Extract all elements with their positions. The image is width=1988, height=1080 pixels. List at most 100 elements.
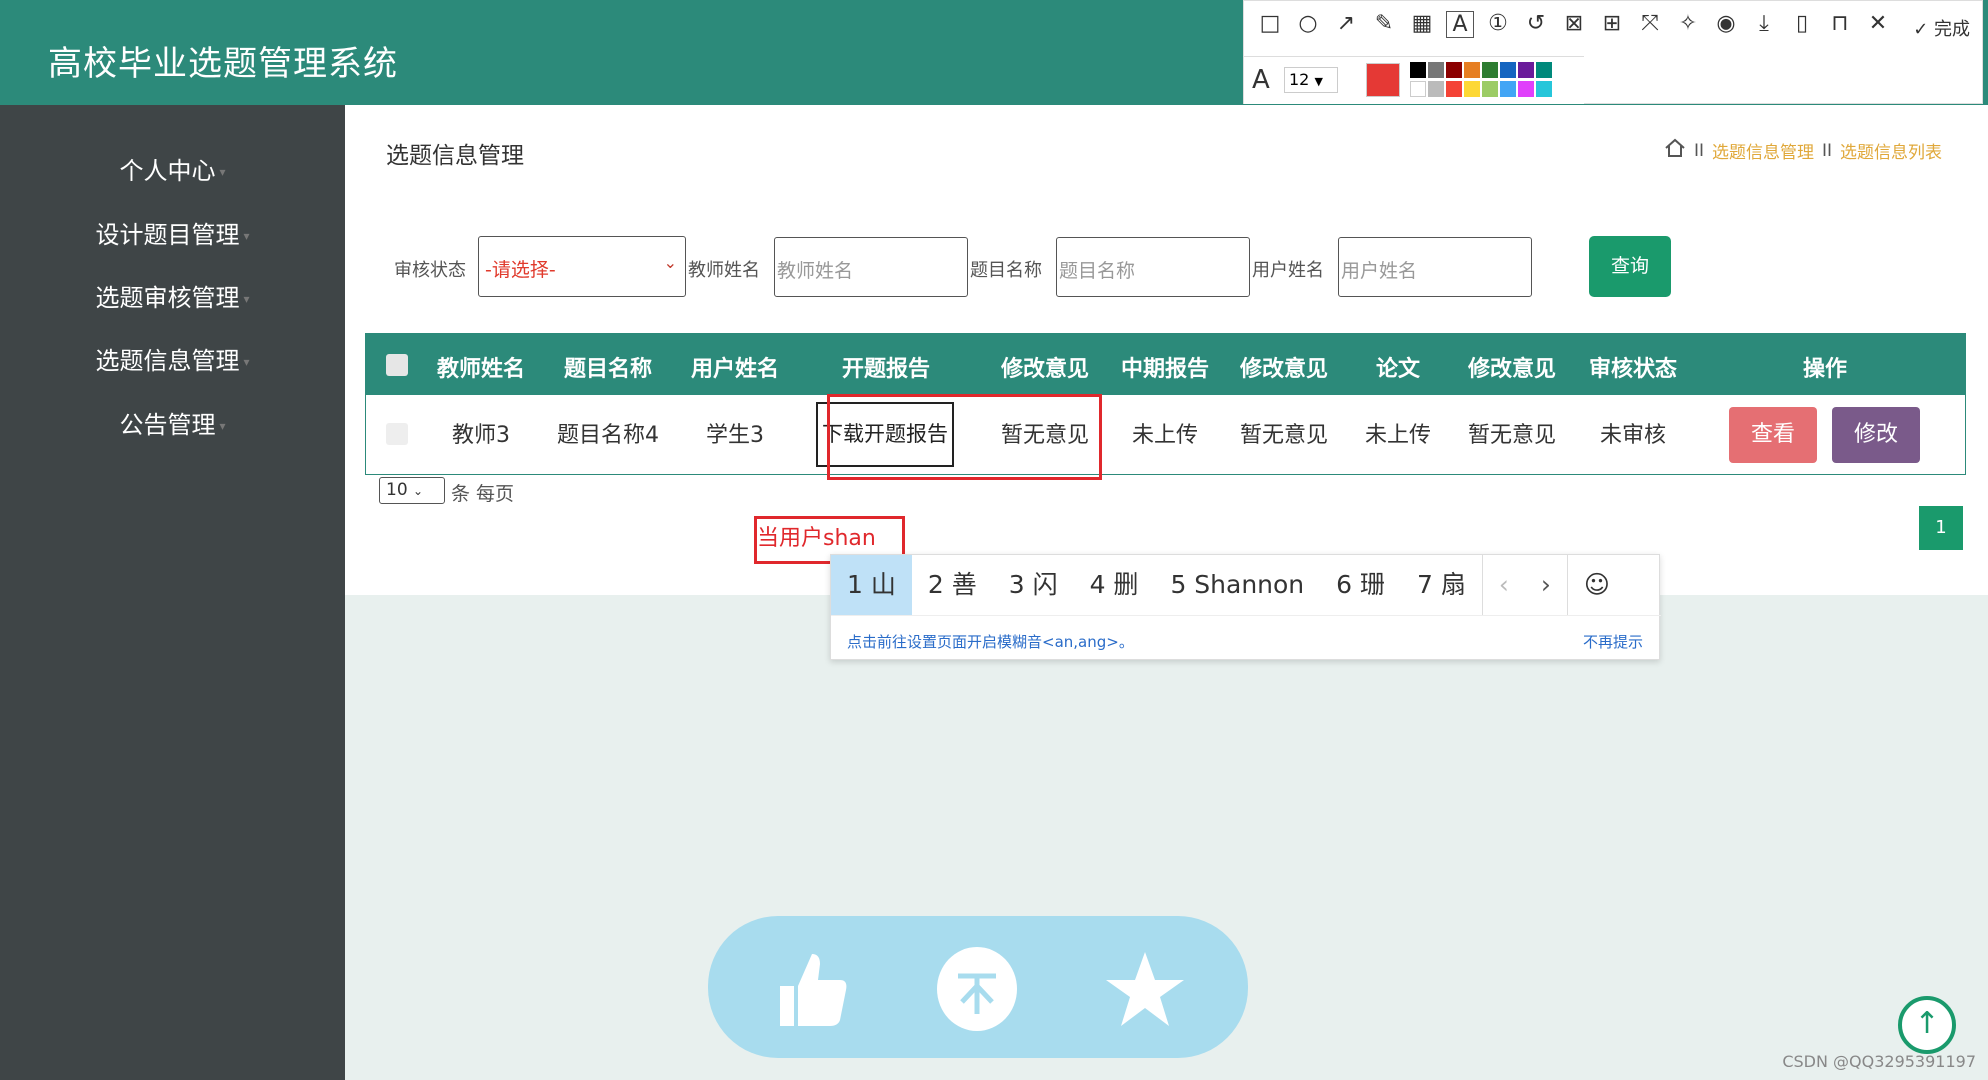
breadcrumb-item[interactable]: 选题信息管理 <box>1712 138 1814 163</box>
caret-down-icon: ▾ <box>219 419 226 433</box>
app-title: 高校毕业选题管理系统 <box>48 44 398 84</box>
annotation-text[interactable]: 当用户shan <box>757 520 876 552</box>
color-swatch[interactable] <box>1428 62 1444 78</box>
sidebar-item-label: 个人中心 <box>119 157 216 185</box>
ime-tip-link[interactable]: 点击前往设置页面开启模糊音<an,ang>。 <box>847 631 1134 652</box>
emoji-icon[interactable]: ☺ <box>1566 555 1626 615</box>
color-swatch[interactable] <box>1500 62 1516 78</box>
number-tool-icon[interactable]: ① <box>1484 11 1512 38</box>
status-select[interactable]: -请选择- ⌄ <box>478 236 686 297</box>
ime-candidate[interactable]: 6 珊 <box>1320 555 1401 615</box>
close-icon[interactable]: ✕ <box>1864 11 1892 38</box>
select-all-checkbox[interactable] <box>386 354 408 376</box>
sidebar-item-topic-review[interactable]: 选题审核管理 ▾ <box>0 278 345 313</box>
ime-candidate[interactable]: 3 闪 <box>993 555 1074 615</box>
breadcrumb-item[interactable]: 选题信息列表 <box>1840 138 1942 163</box>
screenshot-toolbar: □ ○ ↗ ✎ ▦ A ① ↺ ⊠ ⊞ ⤧ ✧ ◉ ⤓ ▯ ⊓ ✕ ✓ 完成 A… <box>1243 0 1983 104</box>
ime-candidate[interactable]: 2 善 <box>912 555 993 615</box>
rectangle-tool-icon[interactable]: □ <box>1256 11 1284 38</box>
per-page-select[interactable]: 10 ⌄ <box>379 477 445 504</box>
topic-name-input[interactable]: 题目名称 <box>1056 237 1250 297</box>
col-header: 教师姓名 <box>436 357 525 382</box>
bookmark-icon[interactable]: ⊓ <box>1826 11 1854 38</box>
col-header: 修改意见 <box>1467 357 1556 382</box>
col-header: 题目名称 <box>563 357 652 382</box>
star-icon[interactable] <box>1102 946 1188 1032</box>
undo-icon[interactable]: ↺ <box>1522 11 1550 38</box>
color-swatch[interactable] <box>1446 81 1462 97</box>
caret-down-icon: ▾ <box>243 292 250 306</box>
query-button[interactable]: 查询 <box>1589 236 1671 297</box>
ime-candidate[interactable]: 4 删 <box>1074 555 1155 615</box>
download-icon[interactable]: ⤓ <box>1750 11 1778 38</box>
color-swatch[interactable] <box>1536 62 1552 78</box>
user-name-input[interactable]: 用户姓名 <box>1338 237 1532 297</box>
page-number-button[interactable]: 1 <box>1919 506 1963 550</box>
sidebar-item-personal-center[interactable]: 个人中心 ▾ <box>0 151 345 186</box>
caret-down-icon: ▾ <box>243 355 250 369</box>
current-color-swatch[interactable] <box>1366 63 1400 97</box>
ocr-icon[interactable]: ⊠ <box>1560 11 1588 38</box>
arrow-tool-icon[interactable]: ↗ <box>1332 11 1360 38</box>
breadcrumb-separator: II <box>1821 140 1832 161</box>
translate-icon[interactable]: ⊞ <box>1598 11 1626 38</box>
per-page-value: 10 <box>386 480 408 500</box>
topic-filter-label: 题目名称 <box>970 260 1042 281</box>
cell-topic: 题目名称4 <box>557 423 659 448</box>
sidebar: 个人中心 ▾ 设计题目管理 ▾ 选题审核管理 ▾ 选题信息管理 ▾ 公告管理 ▾ <box>0 105 345 1080</box>
sidebar-item-announcement[interactable]: 公告管理 ▾ <box>0 405 345 440</box>
cell-teacher: 教师3 <box>452 423 510 448</box>
color-swatch[interactable] <box>1446 62 1462 78</box>
font-size-select[interactable]: 12 ▼ <box>1284 67 1338 93</box>
back-to-top-icon[interactable]: ↑ <box>1898 996 1956 1054</box>
sidebar-item-design-topic[interactable]: 设计题目管理 ▾ <box>0 215 345 250</box>
mosaic-tool-icon[interactable]: ▦ <box>1408 11 1436 38</box>
ime-candidate[interactable]: 5 Shannon <box>1154 555 1320 615</box>
chevron-down-icon: ⌄ <box>663 253 677 272</box>
next-page-icon[interactable]: › <box>1525 555 1567 615</box>
status-filter-label: 审核状态 <box>394 260 466 281</box>
per-page-label: 条 每页 <box>451 483 515 505</box>
divider <box>831 615 1661 616</box>
col-header: 修改意见 <box>1239 357 1328 382</box>
ime-candidate[interactable]: 7 扇 <box>1401 555 1482 615</box>
ellipse-tool-icon[interactable]: ○ <box>1294 11 1322 38</box>
color-swatch[interactable] <box>1410 81 1426 97</box>
done-label: 完成 <box>1934 19 1970 40</box>
col-header: 用户姓名 <box>690 357 779 382</box>
sidebar-item-label: 选题审核管理 <box>95 284 240 312</box>
color-swatch[interactable] <box>1410 62 1426 78</box>
ime-candidate[interactable]: 1 山 <box>831 555 912 615</box>
edit-button[interactable]: 修改 <box>1832 407 1920 463</box>
color-swatch[interactable] <box>1482 81 1498 97</box>
color-swatch[interactable] <box>1500 81 1516 97</box>
row-checkbox[interactable] <box>386 423 408 445</box>
teacher-name-input[interactable]: 教师姓名 <box>774 237 968 297</box>
pen-tool-icon[interactable]: ✎ <box>1370 11 1398 38</box>
pin-icon[interactable]: ✧ <box>1674 11 1702 38</box>
user-filter-label: 用户姓名 <box>1252 260 1324 281</box>
sidebar-item-topic-info[interactable]: 选题信息管理 ▾ <box>0 341 345 376</box>
view-button[interactable]: 查看 <box>1729 407 1817 463</box>
col-header: 操作 <box>1802 357 1847 382</box>
color-swatch[interactable] <box>1428 81 1444 97</box>
thumbs-up-icon[interactable] <box>766 946 852 1032</box>
color-swatch[interactable] <box>1482 62 1498 78</box>
sidebar-item-label: 选题信息管理 <box>95 347 240 375</box>
text-tool-icon[interactable]: A <box>1446 11 1474 38</box>
done-button[interactable]: ✓ 完成 <box>1913 15 1970 41</box>
color-swatch[interactable] <box>1464 81 1480 97</box>
home-icon[interactable] <box>1664 138 1686 163</box>
color-swatch[interactable] <box>1536 81 1552 97</box>
prev-page-icon[interactable]: ‹ <box>1481 555 1525 615</box>
coin-icon[interactable] <box>934 946 1020 1032</box>
record-icon[interactable]: ◉ <box>1712 11 1740 38</box>
color-swatch[interactable] <box>1518 81 1534 97</box>
crop-icon[interactable]: ⤧ <box>1636 11 1664 38</box>
save-icon[interactable]: ▯ <box>1788 11 1816 38</box>
ime-dismiss-link[interactable]: 不再提示 <box>1583 631 1643 652</box>
color-swatch[interactable] <box>1518 62 1534 78</box>
sidebar-item-label: 公告管理 <box>119 411 216 439</box>
status-select-value: -请选择- <box>485 259 556 281</box>
color-swatch[interactable] <box>1464 62 1480 78</box>
